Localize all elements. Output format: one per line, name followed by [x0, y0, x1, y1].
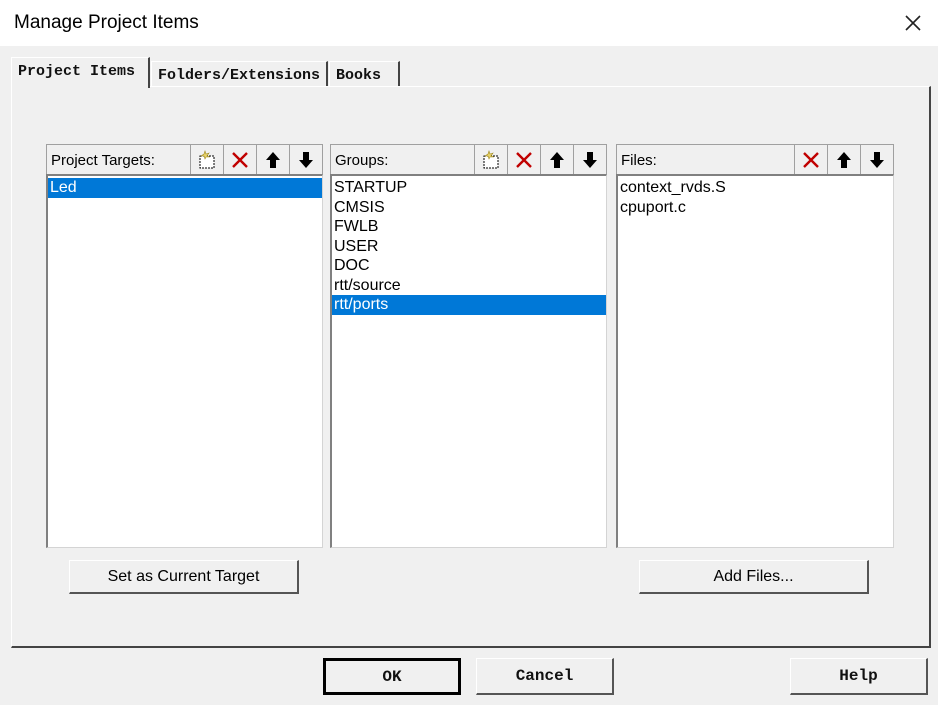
tab-panel: Project Targets: Led Groups: STARTUP CMS…	[11, 86, 931, 648]
list-item[interactable]: CMSIS	[332, 198, 606, 218]
arrow-up-icon	[266, 151, 280, 168]
new-target-button[interactable]	[190, 145, 223, 174]
delete-file-button[interactable]	[794, 145, 827, 174]
tab-label: Books	[336, 67, 382, 84]
tab-strip: Project Items Folders/Extensions Books	[11, 57, 931, 88]
title-bar: Manage Project Items	[0, 0, 938, 46]
delete-icon	[803, 151, 819, 168]
close-button[interactable]	[888, 0, 938, 46]
list-item[interactable]: DOC	[332, 256, 606, 276]
list-item[interactable]: FWLB	[332, 217, 606, 237]
list-item[interactable]: rtt/source	[332, 276, 606, 296]
button-label: Cancel	[515, 667, 574, 685]
list-item[interactable]: USER	[332, 237, 606, 257]
groups-listbox[interactable]: STARTUP CMSIS FWLB USER DOC rtt/source r…	[330, 174, 607, 548]
groups-label: Groups:	[335, 152, 389, 169]
arrow-up-icon	[837, 151, 851, 168]
list-item[interactable]: Led	[48, 178, 322, 198]
delete-icon	[232, 151, 248, 168]
move-target-up-button[interactable]	[256, 145, 289, 174]
targets-listbox[interactable]: Led	[46, 174, 323, 548]
help-button[interactable]: Help	[790, 658, 928, 695]
project-targets-group: Project Targets: Led	[46, 144, 323, 551]
files-label: Files:	[621, 152, 657, 169]
move-file-up-button[interactable]	[827, 145, 860, 174]
arrow-down-icon	[870, 151, 884, 168]
set-current-target-button[interactable]: Set as Current Target	[69, 560, 299, 594]
close-icon	[905, 15, 921, 31]
button-label: OK	[382, 667, 402, 686]
cancel-button[interactable]: Cancel	[476, 658, 614, 695]
window-title: Manage Project Items	[14, 12, 199, 33]
files-header: Files:	[616, 144, 894, 174]
move-group-down-button[interactable]	[573, 145, 606, 174]
button-label: Add Files...	[713, 567, 794, 585]
button-label: Set as Current Target	[107, 567, 260, 585]
list-item[interactable]: STARTUP	[332, 178, 606, 198]
project-targets-label: Project Targets:	[51, 152, 155, 169]
tab-label: Folders/Extensions	[158, 67, 321, 84]
move-target-down-button[interactable]	[289, 145, 322, 174]
new-group-button[interactable]	[474, 145, 507, 174]
tab-folders-extensions[interactable]: Folders/Extensions	[151, 61, 328, 87]
list-item[interactable]: cpuport.c	[618, 198, 893, 218]
list-item[interactable]: context_rvds.S	[618, 178, 893, 198]
add-files-button[interactable]: Add Files...	[639, 560, 869, 594]
arrow-up-icon	[550, 151, 564, 168]
delete-icon	[516, 151, 532, 168]
delete-target-button[interactable]	[223, 145, 256, 174]
ok-button[interactable]: OK	[323, 658, 461, 695]
files-listbox[interactable]: context_rvds.S cpuport.c	[616, 174, 894, 548]
groups-header: Groups:	[330, 144, 607, 174]
list-item[interactable]: rtt/ports	[332, 295, 606, 315]
arrow-down-icon	[583, 151, 597, 168]
move-file-down-button[interactable]	[860, 145, 893, 174]
button-label: Help	[839, 667, 878, 685]
tab-books[interactable]: Books	[329, 61, 400, 87]
project-targets-header: Project Targets:	[46, 144, 323, 174]
tab-project-items[interactable]: Project Items	[11, 57, 150, 88]
groups-group: Groups: STARTUP CMSIS FWLB USER DOC rtt/…	[330, 144, 607, 551]
move-group-up-button[interactable]	[540, 145, 573, 174]
files-group: Files: context_rvds.S cpuport.c	[616, 144, 894, 551]
arrow-down-icon	[299, 151, 313, 168]
new-item-icon	[199, 149, 215, 168]
delete-group-button[interactable]	[507, 145, 540, 174]
new-item-icon	[483, 149, 499, 168]
tab-label: Project Items	[18, 63, 136, 80]
